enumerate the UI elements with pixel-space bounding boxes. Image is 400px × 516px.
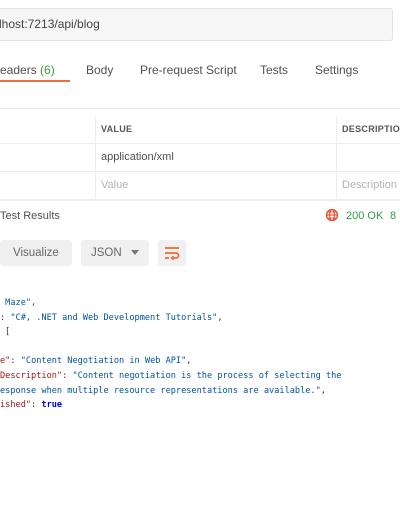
tab-tests[interactable]: Tests — [260, 63, 288, 77]
code-line: e": "Content Negotiation in Web API", — [0, 356, 192, 367]
response-bar: Test Results 200 OK 8 — [0, 200, 400, 231]
active-tab-indicator — [0, 80, 70, 82]
table-header-row: VALUE DESCRIPTION — [0, 116, 400, 144]
status-code: 200 OK — [346, 210, 384, 222]
tab-headers-count: (6) — [40, 63, 55, 77]
code-line: Description": "Content negotiation is th… — [0, 370, 342, 381]
format-select[interactable]: JSON — [81, 240, 149, 266]
new-header-value-input[interactable]: Value — [101, 172, 128, 199]
header-value-cell[interactable]: application/xml — [101, 144, 174, 171]
new-header-description-input[interactable]: Description — [342, 172, 397, 199]
tab-test-results[interactable]: Test Results — [0, 210, 60, 222]
column-divider — [95, 144, 96, 171]
column-header-description: DESCRIPTION — [342, 124, 400, 134]
chevron-down-icon — [131, 250, 139, 255]
tab-headers[interactable]: eaders (6) — [0, 63, 55, 77]
code-line: [ — [5, 327, 11, 338]
response-body[interactable]: Maze", : "C#, .NET and Web Development Tu… — [0, 296, 342, 413]
code-line: : "C#, .NET and Web Development Tutorial… — [0, 312, 223, 323]
column-divider — [95, 172, 96, 199]
tab-body[interactable]: Body — [86, 63, 113, 77]
divider — [0, 108, 400, 109]
status-extra: 8 — [390, 210, 397, 222]
request-url-text: lhost:7213/api/blog — [0, 17, 100, 31]
request-url-input[interactable]: lhost:7213/api/blog — [0, 8, 393, 41]
column-divider — [336, 144, 337, 171]
format-label: JSON — [91, 247, 122, 259]
table-row-new: Value Description — [0, 172, 400, 200]
wrap-lines-icon — [165, 247, 180, 260]
code-line: ished": true — [0, 400, 63, 411]
table-row: application/xml — [0, 144, 400, 172]
column-divider — [95, 116, 96, 143]
request-tabs: eaders (6) Body Pre-request Script Tests… — [0, 58, 400, 88]
column-header-value: VALUE — [101, 124, 133, 134]
globe-icon[interactable] — [325, 208, 339, 222]
visualize-label: Visualize — [13, 247, 59, 259]
column-divider — [336, 172, 337, 199]
wrap-lines-button[interactable] — [158, 240, 186, 266]
tab-headers-label: eaders — [0, 63, 37, 77]
column-divider — [336, 116, 337, 143]
code-line: Maze", — [0, 298, 37, 308]
tab-pre-request-script[interactable]: Pre-request Script — [140, 63, 237, 77]
tab-settings[interactable]: Settings — [315, 63, 358, 77]
visualize-button[interactable]: Visualize — [0, 240, 72, 266]
code-line: esponse when multiple resource represent… — [0, 385, 326, 396]
